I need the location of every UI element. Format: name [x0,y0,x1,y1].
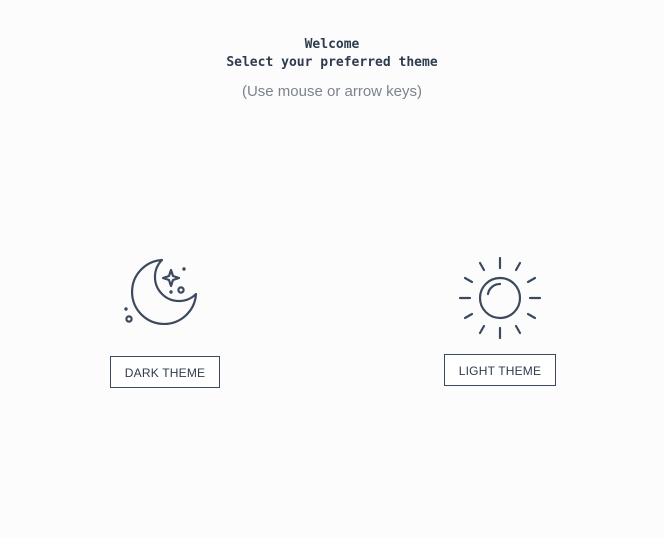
sun-icon [458,256,542,340]
input-hint: (Use mouse or arrow keys) [241,83,423,100]
header: Welcome Select your preferred theme (Use… [0,36,664,101]
theme-prompt: Select your preferred theme [226,55,438,70]
light-theme-option[interactable]: LIGHT THEME [400,254,600,386]
dark-theme-option[interactable]: DARK THEME [65,254,265,388]
theme-selection-screen: Welcome Select your preferred theme (Use… [0,0,664,538]
light-theme-button[interactable]: LIGHT THEME [443,354,557,386]
dark-theme-button[interactable]: DARK THEME [109,356,221,388]
moon-stars-icon [124,258,198,325]
welcome-title: Welcome [304,37,360,52]
